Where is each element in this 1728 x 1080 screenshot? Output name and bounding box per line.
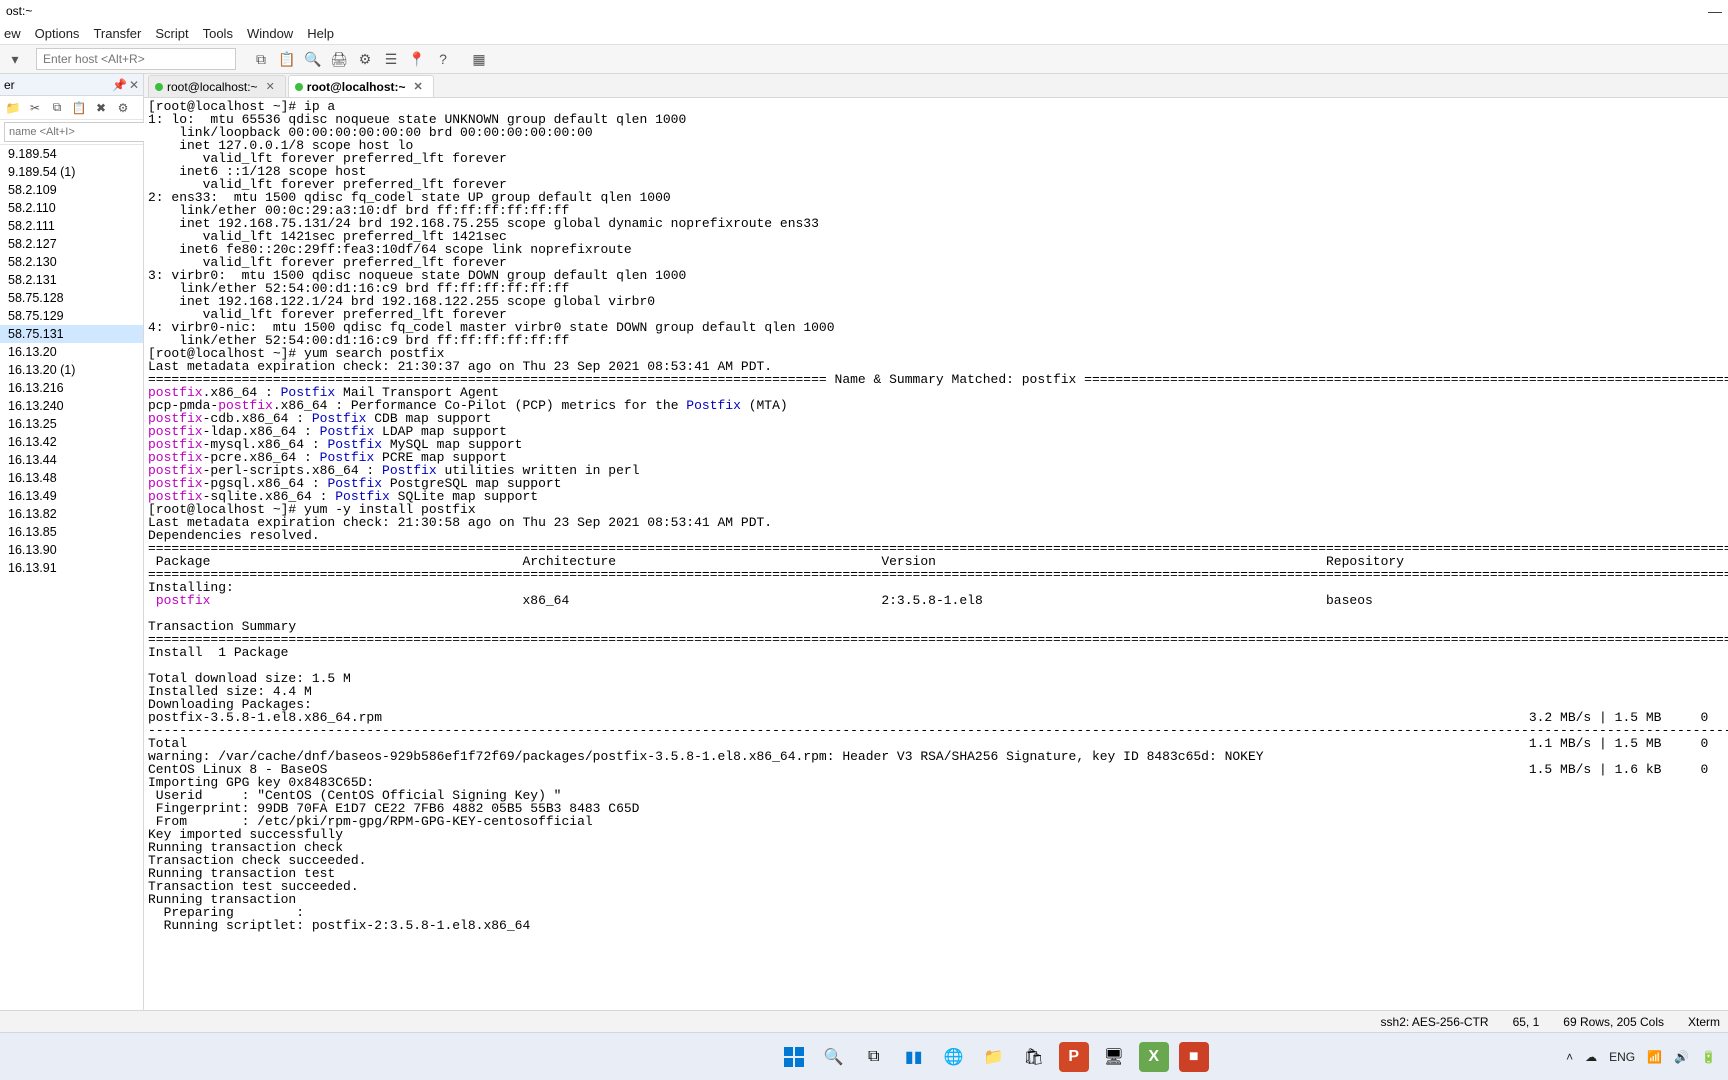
settings-icon[interactable]: ⚙ [354,48,376,70]
host-list[interactable]: 9.189.549.189.54 (1)58.2.10958.2.11058.2… [0,145,143,1010]
edge-icon[interactable]: 🌐 [939,1042,969,1072]
store-icon[interactable]: 🛍 [1019,1042,1049,1072]
sidebar-search: 🔍 [0,120,143,145]
new-folder-icon[interactable]: 📁 [4,99,22,117]
host-item[interactable]: 16.13.48 [0,469,143,487]
host-item[interactable]: 58.75.128 [0,289,143,307]
session-tab[interactable]: root@localhost:~ ✕ [288,75,434,97]
paste2-icon[interactable]: 📋 [70,99,88,117]
host-item[interactable]: 16.13.90 [0,541,143,559]
app1-icon[interactable]: 🖥 [1099,1042,1129,1072]
app2-icon[interactable]: X [1139,1042,1169,1072]
host-item[interactable]: 58.2.131 [0,271,143,289]
host-input-wrap [36,48,236,70]
tab-label: root@localhost:~ [167,80,258,94]
copy2-icon[interactable]: ⧉ [48,99,66,117]
host-item[interactable]: 58.75.129 [0,307,143,325]
sidebar-header: er 📌 ✕ [0,74,143,96]
widgets-icon[interactable]: ▮▮ [899,1042,929,1072]
host-item[interactable]: 9.189.54 [0,145,143,163]
props-icon[interactable]: ⚙ [114,99,132,117]
status-protocol: ssh2: AES-256-CTR [1381,1015,1489,1029]
menu-help[interactable]: Help [307,26,334,41]
host-item[interactable]: 16.13.82 [0,505,143,523]
host-item[interactable]: 58.2.127 [0,235,143,253]
find-icon[interactable]: 🔍 [302,48,324,70]
host-input[interactable] [36,48,236,70]
session-opts-icon[interactable]: ☰ [380,48,402,70]
status-cursor: 65, 1 [1513,1015,1540,1029]
menu-transfer[interactable]: Transfer [93,26,141,41]
help-icon[interactable]: ? [432,48,454,70]
tab-bar: root@localhost:~ ✕ root@localhost:~ ✕ [144,74,1728,98]
host-item[interactable]: 16.13.91 [0,559,143,577]
main-toolbar: ▾ ⧉ 📋 🔍 🖨 ⚙ ☰ 📍 ? ▦ [0,44,1728,74]
host-item[interactable]: 16.13.216 [0,379,143,397]
host-item[interactable]: 16.13.25 [0,415,143,433]
menu-view[interactable]: ew [4,26,21,41]
status-dot-icon [295,83,303,91]
tray-onedrive-icon[interactable]: ☁ [1585,1050,1597,1064]
tray-wifi-icon[interactable]: 📶 [1647,1050,1662,1064]
paste-icon[interactable]: 📋 [276,48,298,70]
sidebar-title: er [4,78,15,92]
window-titlebar: ost:~ — [0,0,1728,22]
cut-icon[interactable]: ✂ [26,99,44,117]
copy-icon[interactable]: ⧉ [250,48,272,70]
status-dot-icon [155,83,163,91]
status-bar: ssh2: AES-256-CTR 65, 1 69 Rows, 205 Col… [0,1010,1728,1032]
tab-label: root@localhost:~ [307,80,406,94]
menu-window[interactable]: Window [247,26,293,41]
start-icon[interactable] [779,1042,809,1072]
dropdown-icon[interactable]: ▾ [4,48,26,70]
session-sidebar: er 📌 ✕ 📁 ✂ ⧉ 📋 ✖ ⚙ 🔍 9.189.549.189.54 (1… [0,74,144,1010]
host-item[interactable]: 16.13.20 [0,343,143,361]
host-item[interactable]: 58.2.111 [0,217,143,235]
sidebar-search-input[interactable] [4,122,156,142]
host-item[interactable]: 16.13.42 [0,433,143,451]
tab-close-icon[interactable]: ✕ [414,80,423,93]
menu-bar: ew Options Transfer Script Tools Window … [0,22,1728,44]
sidebar-toolbar: 📁 ✂ ⧉ 📋 ✖ ⚙ [0,96,143,120]
host-item[interactable]: 58.2.109 [0,181,143,199]
windows-taskbar: 🔍 ⧉ ▮▮ 🌐 📁 🛍 P 🖥 X ■ ˄ ☁ ENG 📶 🔊 🔋 [0,1032,1728,1080]
app3-icon[interactable]: ■ [1179,1042,1209,1072]
host-item[interactable]: 58.2.110 [0,199,143,217]
status-emu: Xterm [1688,1015,1720,1029]
delete-icon[interactable]: ✖ [92,99,110,117]
tray-battery-icon[interactable]: 🔋 [1701,1050,1716,1064]
host-item[interactable]: 58.2.130 [0,253,143,271]
tray-chevron-icon[interactable]: ˄ [1566,1050,1573,1064]
menu-tools[interactable]: Tools [203,26,233,41]
menu-options[interactable]: Options [35,26,80,41]
tray-volume-icon[interactable]: 🔊 [1674,1050,1689,1064]
close-icon[interactable]: ✕ [129,78,139,92]
print-icon[interactable]: 🖨 [328,48,350,70]
taskbar-search-icon[interactable]: 🔍 [819,1042,849,1072]
menu-script[interactable]: Script [155,26,188,41]
status-size: 69 Rows, 205 Cols [1563,1015,1664,1029]
grid-icon[interactable]: ▦ [468,48,490,70]
host-item[interactable]: 9.189.54 (1) [0,163,143,181]
terminal-output[interactable]: [root@localhost ~]# ip a 1: lo: mtu 6553… [144,98,1728,1010]
explorer-icon[interactable]: 📁 [979,1042,1009,1072]
minimize-icon[interactable]: — [1708,3,1722,19]
host-item[interactable]: 16.13.44 [0,451,143,469]
filter-icon[interactable]: 📍 [406,48,428,70]
host-item[interactable]: 58.75.131 [0,325,143,343]
session-tab[interactable]: root@localhost:~ ✕ [148,75,286,97]
tab-close-icon[interactable]: ✕ [266,80,275,93]
host-item[interactable]: 16.13.49 [0,487,143,505]
terminal-area: root@localhost:~ ✕ root@localhost:~ ✕ [root… [144,74,1728,1010]
host-item[interactable]: 16.13.85 [0,523,143,541]
taskview-icon[interactable]: ⧉ [859,1042,889,1072]
pin-icon[interactable]: 📌 [112,78,127,92]
powerpoint-icon[interactable]: P [1059,1042,1089,1072]
window-title: ost:~ [6,4,32,18]
host-item[interactable]: 16.13.240 [0,397,143,415]
host-item[interactable]: 16.13.20 (1) [0,361,143,379]
tray-lang[interactable]: ENG [1609,1050,1635,1064]
